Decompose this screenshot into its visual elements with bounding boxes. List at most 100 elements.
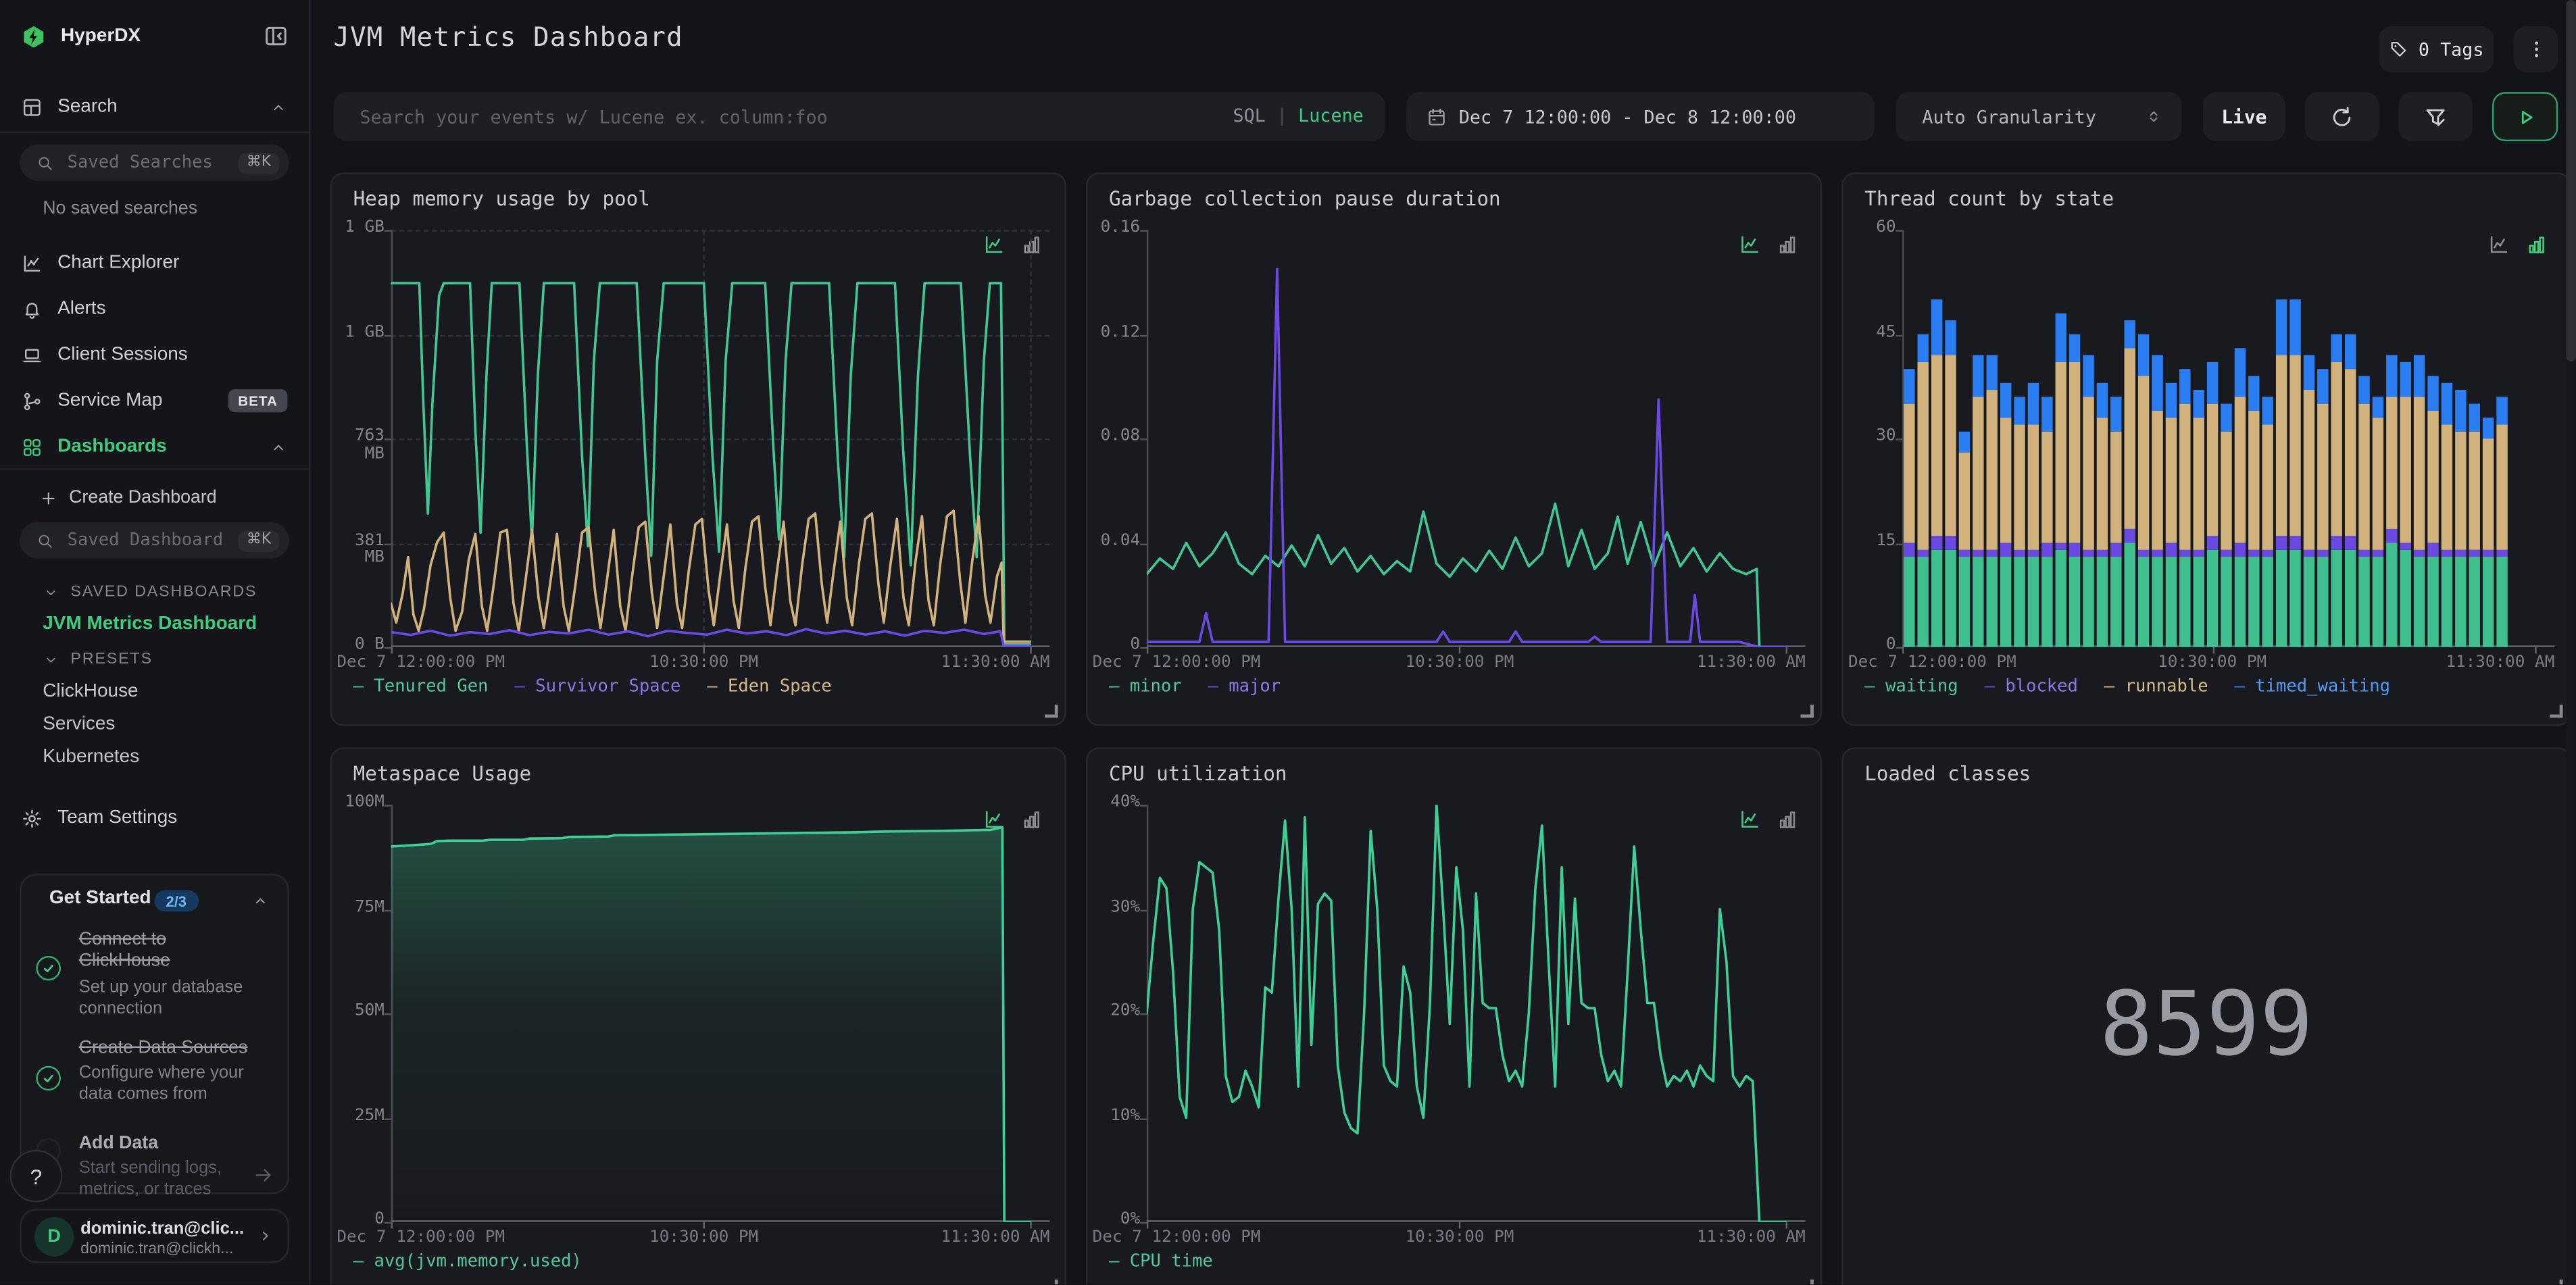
chart-canvas[interactable] <box>1147 805 1806 1221</box>
panel-title[interactable]: CPU utilization <box>1109 762 1287 785</box>
legend-item[interactable]: — major <box>1208 677 1281 697</box>
panel-resize-handle[interactable] <box>2550 704 2563 718</box>
legend-item[interactable]: — CPU time <box>1109 1251 1213 1271</box>
step-title[interactable]: Add Data <box>79 1133 158 1153</box>
presets-section-header[interactable]: PRESETS <box>43 651 153 668</box>
panel-loaded-classes: Loaded classes 8599 <box>1841 747 2571 1285</box>
chart-canvas[interactable] <box>391 230 1050 647</box>
panel-title[interactable]: Garbage collection pause duration <box>1109 187 1501 210</box>
sidebar-item-chart-explorer[interactable]: Chart Explorer <box>0 245 309 280</box>
lucene-toggle[interactable]: Lucene <box>1298 105 1364 127</box>
panel-title[interactable]: Thread count by state <box>1864 187 2114 210</box>
filter-button[interactable] <box>2398 92 2473 142</box>
sidebar-item-team-settings[interactable]: Team Settings <box>0 800 309 836</box>
tags-button[interactable]: 0 Tags <box>2379 26 2494 72</box>
chevron-up-icon[interactable] <box>251 892 270 910</box>
y-axis-tick <box>1896 647 1903 649</box>
legend-item[interactable]: — Tenured Gen <box>353 677 489 697</box>
shortcut-hint: ⌘K <box>238 151 280 174</box>
panel-resize-handle[interactable] <box>1045 1279 1058 1285</box>
panel-resize-handle[interactable] <box>1800 1279 1814 1285</box>
y-axis-label: 40% <box>1110 793 1141 811</box>
plot-area <box>391 805 1050 1229</box>
progress-badge: 2/3 <box>154 890 198 912</box>
panel-title[interactable]: Heap memory usage by pool <box>353 187 650 210</box>
live-button[interactable]: Live <box>2203 92 2285 142</box>
x-axis-tick <box>1902 647 1904 654</box>
sidebar-link-clickhouse[interactable]: ClickHouse <box>43 682 138 701</box>
y-axis-tick <box>1896 230 1903 232</box>
event-search-input[interactable]: SQL | Lucene <box>333 92 1385 142</box>
y-axis-tick <box>384 543 391 545</box>
y-axis-tick <box>1140 805 1147 807</box>
sidebar-item-service-map[interactable]: Service Map BETA <box>0 382 309 418</box>
saved-dashboards-field[interactable] <box>64 528 229 552</box>
service-map-icon <box>22 390 43 411</box>
step-title[interactable]: Connect to ClickHouse <box>79 930 240 972</box>
arrow-right-icon[interactable] <box>253 1165 274 1186</box>
step-title[interactable]: Create Data Sources <box>79 1038 293 1059</box>
sidebar-item-dashboards[interactable]: Dashboards <box>0 429 309 465</box>
sidebar-link-kubernetes[interactable]: Kubernetes <box>43 747 139 767</box>
legend-item[interactable]: — blocked <box>1985 677 2078 697</box>
x-axis-tick <box>1030 647 1032 654</box>
chart-canvas[interactable] <box>1147 230 1806 647</box>
more-options-button[interactable] <box>2513 26 2558 72</box>
legend-item[interactable]: — runnable <box>2104 677 2208 697</box>
y-axis-label: 60 <box>1876 218 1896 237</box>
y-axis-label: 0.04 <box>1100 531 1141 550</box>
saved-dashboards-input[interactable]: ⌘K <box>20 522 289 559</box>
panel-title[interactable]: Metaspace Usage <box>353 762 531 785</box>
legend-item[interactable]: — timed_waiting <box>2234 677 2390 697</box>
tags-label: 0 Tags <box>2418 39 2484 60</box>
sql-toggle[interactable]: SQL <box>1233 105 1266 127</box>
y-axis-label: 100M <box>345 793 385 811</box>
user-menu[interactable]: D dominic.tran@clic... dominic.tran@clic… <box>20 1209 289 1263</box>
refresh-button[interactable] <box>2304 92 2379 142</box>
y-axis-tick <box>1896 438 1903 440</box>
x-axis-label: Dec 7 12:00:00 PM <box>337 1228 505 1247</box>
date-range-picker[interactable]: Dec 7 12:00:00 - Dec 8 12:00:00 <box>1406 92 1875 142</box>
y-axis-label: 0 <box>1885 635 1896 654</box>
sidebar-item-search[interactable]: Search <box>0 89 309 124</box>
chart-canvas[interactable] <box>391 805 1050 1222</box>
granularity-select[interactable]: Auto Granularity <box>1896 92 2182 142</box>
panel-resize-handle[interactable] <box>1045 704 1058 718</box>
sidebar-item-client-sessions[interactable]: Client Sessions <box>0 336 309 372</box>
help-button[interactable]: ? <box>9 1149 63 1203</box>
get-started-card: Get Started 2/3 Connect to ClickHouse Se… <box>20 874 289 1198</box>
search-icon <box>36 531 54 549</box>
y-axis-label: 763 MB <box>354 427 385 463</box>
legend-item[interactable]: — Survivor Space <box>514 677 680 697</box>
step-desc: Set up your database connection <box>78 977 243 1018</box>
sidebar-link-jvm-dashboard[interactable]: JVM Metrics Dashboard <box>43 614 257 634</box>
legend-item[interactable]: — minor <box>1109 677 1182 697</box>
x-axis-tick <box>1785 1221 1787 1229</box>
query-language-toggle[interactable]: SQL | Lucene <box>1233 105 1364 127</box>
x-axis-tick <box>2212 647 2214 654</box>
user-name: dominic.tran@clic... <box>80 1218 245 1239</box>
panel-metaspace-usage: Metaspace Usage 100M 75M 50M 25M 0 Dec 7 12:00… <box>330 747 1066 1285</box>
chart-canvas[interactable] <box>1902 230 2554 647</box>
panel-resize-handle[interactable] <box>1800 704 1814 718</box>
panel-resize-handle[interactable] <box>2550 1279 2563 1285</box>
legend-item[interactable]: — waiting <box>1864 677 1958 697</box>
y-axis-label: 75M <box>354 897 385 916</box>
scrollbar-thumb[interactable] <box>2566 0 2576 361</box>
sidebar-item-label: Service Map <box>57 390 163 411</box>
run-query-button[interactable] <box>2492 92 2558 142</box>
saved-dashboards-section-header[interactable]: SAVED DASHBOARDS <box>43 583 257 601</box>
sidebar-item-alerts[interactable]: Alerts <box>0 291 309 326</box>
saved-searches-field[interactable] <box>64 151 229 174</box>
event-search-field[interactable] <box>333 105 1385 128</box>
saved-searches-input[interactable]: ⌘K <box>20 144 289 181</box>
sidebar-link-services[interactable]: Services <box>43 715 115 734</box>
create-dashboard-label: Create Dashboard <box>69 488 217 508</box>
legend-item[interactable]: — Eden Space <box>707 677 831 697</box>
legend-item[interactable]: — avg(jvm.memory.used) <box>353 1251 582 1271</box>
app-root: HyperDX Search ⌘K No saved searches Char… <box>0 0 2576 1285</box>
play-icon <box>2512 104 2537 128</box>
x-axis-tick <box>391 647 393 654</box>
create-dashboard-button[interactable]: Create Dashboard <box>0 480 309 515</box>
sidebar-collapse-icon[interactable] <box>263 23 289 49</box>
